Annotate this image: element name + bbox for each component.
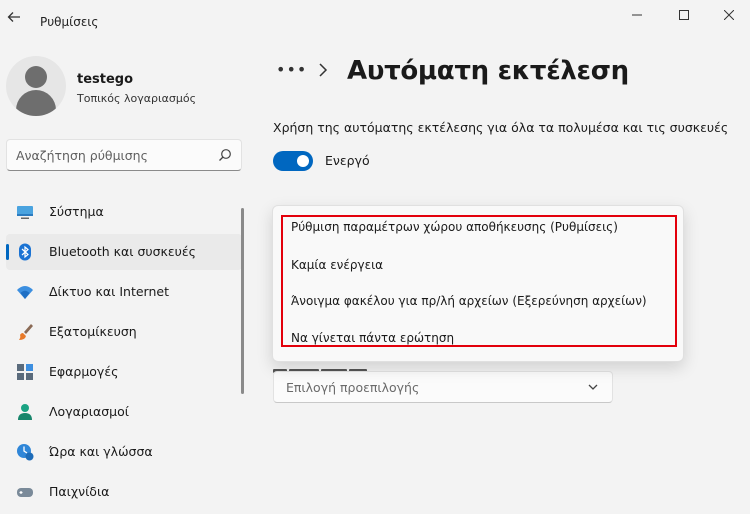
sidebar-item-label: Bluetooth και συσκευές — [49, 244, 196, 259]
search-input[interactable] — [16, 140, 206, 170]
sidebar-scrollbar[interactable] — [241, 208, 244, 394]
sidebar-item-label: Εφαρμογές — [49, 364, 119, 379]
app-title: Ρυθμίσεις — [40, 15, 99, 29]
page-title: Αυτόματη εκτέλεση — [347, 56, 629, 86]
gaming-icon — [17, 488, 33, 497]
sidebar-item-label: Δίκτυο και Internet — [49, 284, 169, 299]
system-icon — [17, 206, 33, 219]
chevron-right-icon — [318, 62, 328, 81]
back-arrow-icon[interactable] — [4, 9, 24, 29]
sidebar-item-label: Σύστημα — [49, 204, 104, 219]
autoplay-description: Χρήση της αυτόματης εκτέλεσης για όλα τα… — [273, 120, 729, 135]
accounts-icon — [18, 404, 32, 420]
search-box — [6, 139, 242, 171]
sidebar-item-apps[interactable]: Εφαρμογές — [6, 354, 242, 390]
time-language-icon — [17, 444, 34, 461]
sidebar-item-network[interactable]: Δίκτυο και Internet — [6, 274, 242, 310]
bluetooth-icon — [19, 243, 31, 261]
toggle-knob — [297, 155, 309, 167]
wifi-icon — [17, 286, 33, 299]
sidebar-item-label: Παιχνίδια — [49, 484, 110, 499]
apps-icon — [17, 364, 33, 380]
sidebar-item-personalization[interactable]: Εξατομίκευση — [6, 314, 242, 350]
sidebar-item-system[interactable]: Σύστημα — [6, 194, 242, 230]
avatar — [6, 56, 66, 116]
maximize-button[interactable] — [669, 6, 699, 26]
close-button[interactable] — [714, 6, 744, 26]
sidebar-item-gaming[interactable]: Παιχνίδια — [6, 474, 242, 510]
sidebar-item-accounts[interactable]: Λογαριασμοί — [6, 394, 242, 430]
sidebar-item-label: Ώρα και γλώσσα — [49, 444, 153, 459]
autoplay-toggle[interactable] — [273, 151, 313, 171]
personalization-brush-icon — [19, 324, 33, 340]
sidebar-item-label: Εξατομίκευση — [49, 324, 137, 339]
toggle-state-label: Ενεργό — [325, 153, 370, 168]
sidebar-item-bluetooth[interactable]: Bluetooth και συσκευές — [6, 234, 242, 270]
sidebar-nav: Σύστημα Bluetooth και συσκευές Δίκτυο κα… — [6, 194, 242, 514]
chevron-down-icon — [588, 384, 598, 390]
dropdown-selected-value: Επιλογή προεπιλογής — [286, 380, 420, 395]
default-action-dropdown[interactable]: Επιλογή προεπιλογής — [273, 371, 613, 403]
title-bar: Ρυθμίσεις — [0, 0, 750, 36]
username: testego — [77, 72, 134, 87]
sidebar-item-label: Λογαριασμοί — [49, 404, 129, 419]
search-icon[interactable] — [218, 148, 232, 162]
sidebar-item-time-language[interactable]: Ώρα και γλώσσα — [6, 434, 242, 470]
minimize-button[interactable] — [622, 6, 652, 26]
breadcrumb-more-button[interactable]: ••• — [276, 60, 307, 79]
account-type: Τοπικός λογαριασμός — [77, 92, 197, 105]
highlight-box — [281, 215, 677, 347]
